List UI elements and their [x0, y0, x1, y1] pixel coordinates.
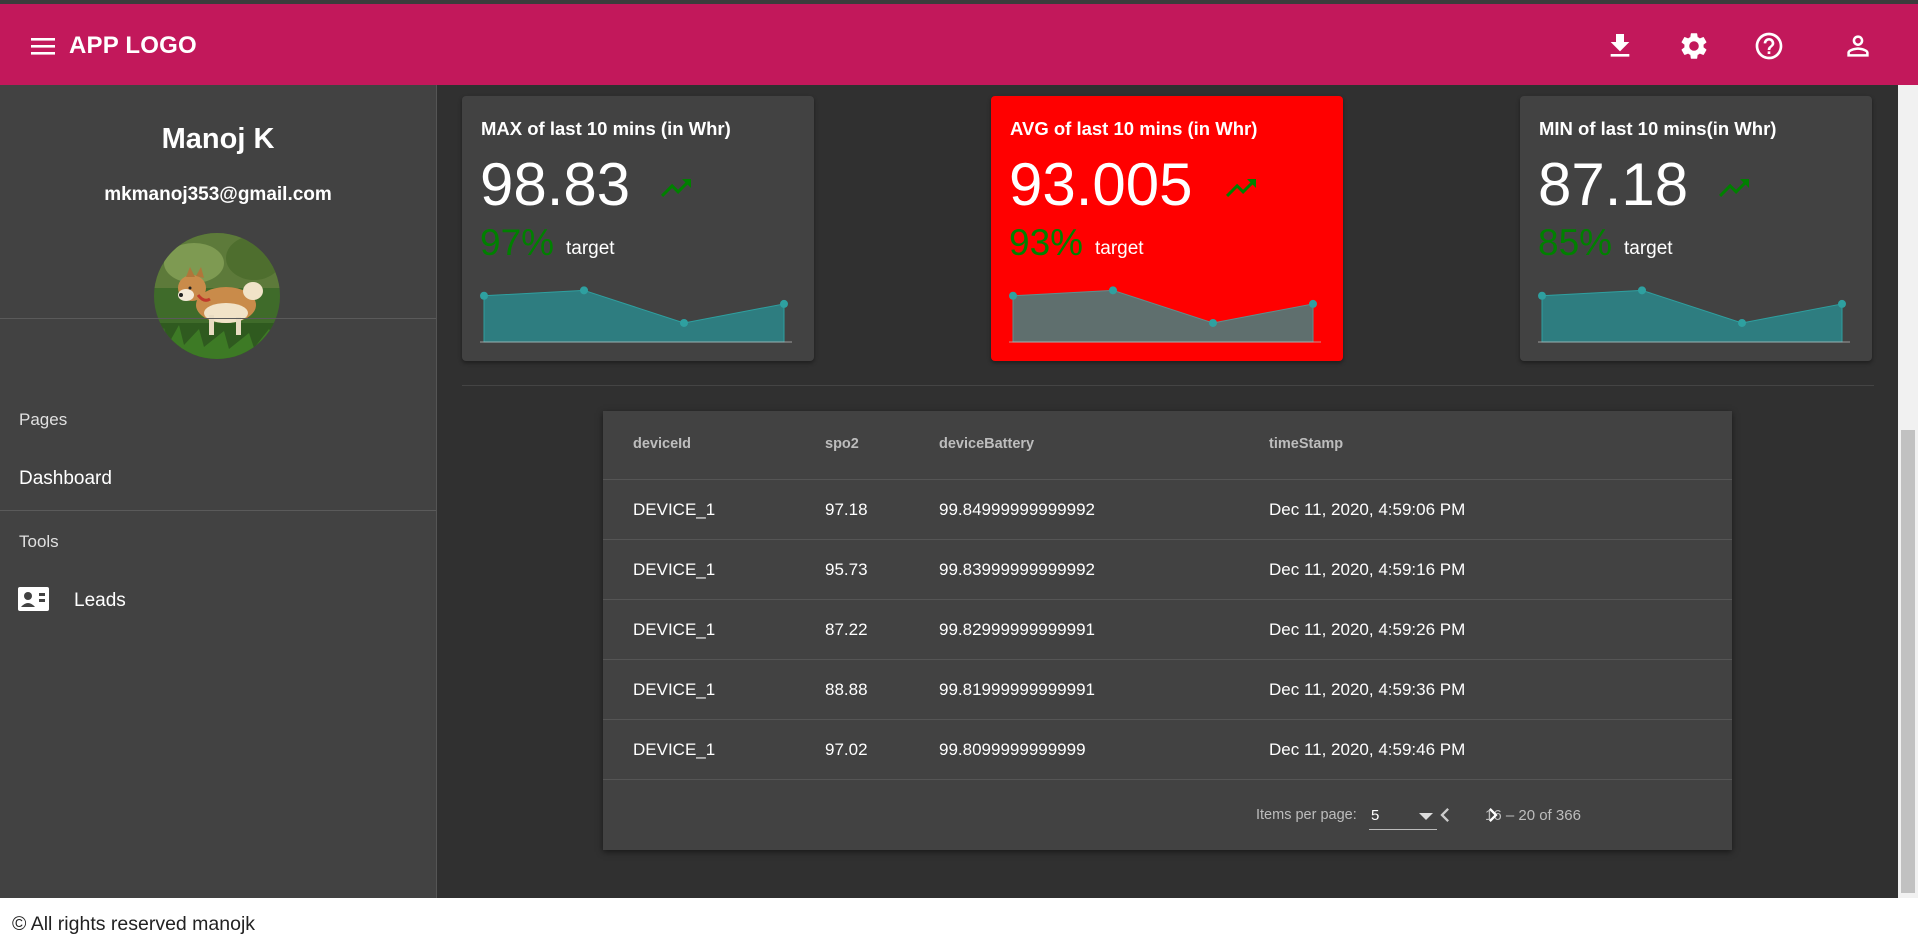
- table-cell: Dec 11, 2020, 4:59:06 PM: [1269, 500, 1466, 519]
- table-row[interactable]: DEVICE_1 95.73 99.83999999999992 Dec 11, 20…: [603, 539, 1732, 600]
- kpi-target-label: target: [566, 238, 615, 259]
- sparkline-point: [1009, 291, 1017, 300]
- sparkline-point: [1309, 299, 1317, 308]
- help-icon[interactable]: [1753, 30, 1785, 62]
- sparkline-point: [1209, 318, 1217, 327]
- sparkline-area: [1541, 289, 1843, 343]
- table-cell: 95.73: [825, 560, 868, 579]
- contact-card-icon: [18, 587, 49, 611]
- user-name: Manoj K: [161, 123, 275, 155]
- sparkline-point: [680, 318, 688, 327]
- table-cell: 99.84999999999992: [939, 500, 1095, 519]
- kpi-card: MAX of last 10 mins (in Whr) 98.83 97% targ…: [462, 96, 814, 361]
- sidebar-divider: [0, 318, 436, 319]
- items-per-page-label: Items per page:: [1256, 807, 1357, 823]
- sparkline-point: [1838, 299, 1846, 308]
- sparkline-area: [1012, 289, 1314, 343]
- table-cell: 97.18: [825, 500, 868, 519]
- kpi-target-label: target: [1624, 238, 1673, 259]
- kpi-title: MAX of last 10 mins (in Whr): [481, 118, 731, 139]
- kpi-card: AVG of last 10 mins (in Whr) 93.005 93% tar…: [991, 96, 1343, 361]
- kpi-title: MIN of last 10 mins(in Whr): [1539, 118, 1777, 139]
- sidebar-divider: [0, 510, 436, 511]
- table-cell: DEVICE_1: [633, 740, 716, 759]
- table-cell: 99.83999999999992: [939, 560, 1095, 579]
- download-icon[interactable]: [1604, 30, 1636, 62]
- kpi-title: AVG of last 10 mins (in Whr): [1010, 118, 1258, 139]
- table-cell: DEVICE_1: [633, 620, 716, 639]
- column-header-devicebattery[interactable]: deviceBattery: [939, 436, 1034, 452]
- menu-icon[interactable]: [30, 36, 56, 56]
- column-header-spo2[interactable]: spo2: [825, 436, 859, 452]
- table-cell: Dec 11, 2020, 4:59:16 PM: [1269, 560, 1466, 579]
- kpi-value: 93.005: [1009, 151, 1193, 218]
- sparkline-point: [1638, 286, 1646, 295]
- trending-up-icon: [1226, 179, 1256, 197]
- app-logo[interactable]: APP LOGO: [69, 32, 197, 60]
- paginator: Items per page: 5 16 – 20 of 366: [603, 783, 1732, 843]
- sparkline-point: [1538, 291, 1546, 300]
- main-scrollbar[interactable]: [1898, 85, 1918, 898]
- table-cell: 87.22: [825, 620, 868, 639]
- sparkline-point: [580, 286, 588, 295]
- account-icon[interactable]: [1842, 30, 1874, 62]
- section-title-tools: Tools: [19, 532, 59, 551]
- table-cell: DEVICE_1: [633, 680, 716, 699]
- table-bottom-border: [603, 779, 1732, 780]
- table-cell: 88.88: [825, 680, 868, 699]
- sidebar-item-leads[interactable]: Leads: [18, 587, 178, 618]
- user-email: mkmanoj353@gmail.com: [104, 184, 332, 205]
- sidebar-item-label: Leads: [74, 590, 126, 611]
- table-cell: 99.81999999999991: [939, 680, 1095, 699]
- column-header-deviceid[interactable]: deviceId: [633, 436, 691, 452]
- kpi-card: MIN of last 10 mins(in Whr) 87.18 85% targe…: [1520, 96, 1872, 361]
- table-cell: Dec 11, 2020, 4:59:36 PM: [1269, 680, 1466, 699]
- top-toolbar: APP LOGO: [0, 4, 1918, 85]
- table-row[interactable]: DEVICE_1 88.88 99.81999999999991 Dec 11, 20…: [603, 659, 1732, 720]
- sparkline-point: [1109, 286, 1117, 295]
- table-cell: 99.82999999999991: [939, 620, 1095, 639]
- table-cell: DEVICE_1: [633, 560, 716, 579]
- table-cell: Dec 11, 2020, 4:59:46 PM: [1269, 740, 1466, 759]
- scrollbar-thumb[interactable]: [1901, 430, 1915, 893]
- table-cell: 99.8099999999999: [939, 740, 1086, 759]
- table-cell: 97.02: [825, 740, 868, 759]
- content-divider: [462, 385, 1874, 386]
- table-cell: DEVICE_1: [633, 500, 716, 519]
- trending-up-icon: [1719, 179, 1749, 197]
- sparkline-point: [780, 299, 788, 308]
- kpi-sparkline: [1009, 286, 1321, 343]
- sparkline-point: [480, 291, 488, 300]
- footer: © All rights reserved manojk: [0, 898, 1918, 947]
- previous-page-button[interactable]: [1431, 801, 1459, 829]
- table-row[interactable]: DEVICE_1 97.02 99.8099999999999 Dec 11, 202…: [603, 719, 1732, 780]
- dog-photo: [154, 233, 280, 359]
- settings-icon[interactable]: [1678, 30, 1710, 62]
- next-page-button[interactable]: [1479, 801, 1507, 829]
- copyright-text: © All rights reserved manojk: [12, 913, 256, 935]
- sidebar: Manoj K mkmanoj353@gmail.com Pages Dashb…: [0, 85, 437, 898]
- table-cell: Dec 11, 2020, 4:59:26 PM: [1269, 620, 1466, 639]
- kpi-value: 98.83: [480, 151, 631, 218]
- section-title-pages: Pages: [19, 410, 68, 429]
- sparkline-point: [1738, 318, 1746, 327]
- kpi-percent: 85%: [1538, 222, 1613, 263]
- kpi-sparkline: [480, 286, 792, 343]
- page-size-value: 5: [1371, 807, 1380, 824]
- page-size-select[interactable]: 5: [1369, 801, 1437, 830]
- table-row[interactable]: DEVICE_1 97.18 99.84999999999992 Dec 11, 20…: [603, 479, 1732, 540]
- table-row[interactable]: DEVICE_1 87.22 99.82999999999991 Dec 11, 20…: [603, 599, 1732, 660]
- kpi-percent: 93%: [1009, 222, 1084, 263]
- avatar: [154, 233, 280, 359]
- sparkline-area: [483, 289, 785, 343]
- kpi-value: 87.18: [1538, 151, 1689, 218]
- data-table: deviceId spo2 deviceBattery timeStamp DE…: [603, 411, 1732, 850]
- column-header-timestamp[interactable]: timeStamp: [1269, 436, 1343, 452]
- kpi-sparkline: [1538, 286, 1850, 343]
- sidebar-item-dashboard[interactable]: Dashboard: [19, 468, 112, 490]
- kpi-percent: 97%: [480, 222, 555, 263]
- trending-up-icon: [661, 179, 691, 197]
- kpi-target-label: target: [1095, 238, 1144, 259]
